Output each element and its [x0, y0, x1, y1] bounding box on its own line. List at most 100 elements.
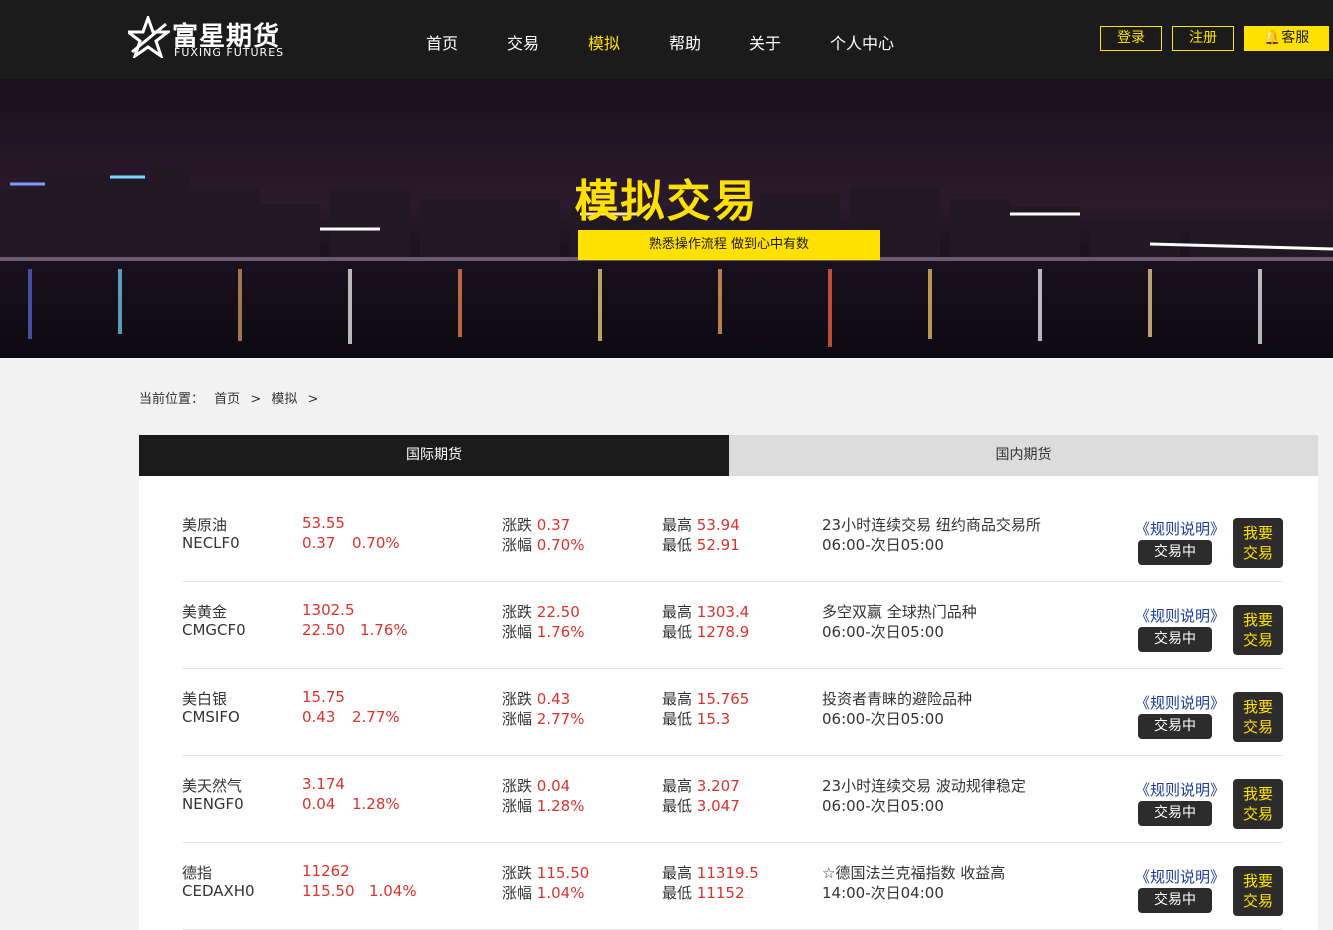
change-value: 115.50 [536, 864, 590, 882]
breadcrumb-label: 当前位置： [139, 392, 205, 407]
change-value: 0.37 [536, 516, 571, 534]
low-value: 11152 [696, 884, 745, 902]
status-badge: 交易中 [1138, 714, 1212, 739]
customer-service-label: 客服 [1281, 30, 1310, 46]
pct-label: 涨幅 [502, 536, 533, 554]
breadcrumb: 当前位置： 首页 > 模拟 > [139, 388, 324, 407]
status-badge: 交易中 [1138, 888, 1212, 913]
trade-button[interactable]: 我要 交易 [1233, 692, 1283, 742]
breadcrumb-home[interactable]: 首页 [214, 392, 240, 407]
table-row: 德指 CEDAXH0 11262 115.50 1.04% 涨跌 115.50 … [182, 842, 1283, 930]
trade-button-line1: 我要 [1242, 698, 1273, 716]
star-logo-icon [128, 16, 170, 58]
hero-banner: 模拟交易 熟悉操作流程 做到心中有数 [0, 79, 1333, 358]
logo[interactable]: 富星期货 FUXING FUTURES [128, 14, 328, 62]
table-row: 美黄金 CMGCF0 1302.5 22.50 1.76% 涨跌 22.50 涨… [182, 581, 1283, 669]
low-label: 最低 [662, 623, 693, 641]
product-description: ☆德国法兰克福指数 收益高 [822, 864, 1006, 882]
banner-subtitle: 熟悉操作流程 做到心中有数 [578, 230, 880, 260]
tab-international-futures[interactable]: 国际期货 [139, 435, 729, 476]
change-label: 涨跌 [502, 516, 533, 534]
nav-personal-center[interactable]: 个人中心 [830, 30, 894, 54]
product-name: 美天然气 [182, 777, 243, 795]
nav-trade[interactable]: 交易 [507, 30, 539, 54]
change-percent: 0.70% [352, 534, 400, 552]
trade-button-line2: 交易 [1242, 544, 1273, 562]
low-label: 最低 [662, 710, 693, 728]
trade-button-line1: 我要 [1242, 872, 1273, 890]
change-percent: 1.04% [369, 882, 417, 900]
rule-link[interactable]: 《规则说明》 [1135, 779, 1225, 800]
high-label: 最高 [662, 690, 693, 708]
breadcrumb-separator: > [307, 392, 319, 407]
login-button[interactable]: 登录 [1100, 26, 1162, 51]
product-description: 投资者青睐的避险品种 [822, 690, 973, 708]
low-value: 1278.9 [696, 623, 750, 641]
high-label: 最高 [662, 864, 693, 882]
pct-value: 1.04% [536, 884, 585, 902]
price: 3.174 [302, 775, 345, 793]
high-value: 53.94 [696, 516, 740, 534]
rule-link[interactable]: 《规则说明》 [1135, 866, 1225, 887]
price: 15.75 [302, 688, 345, 706]
trade-button-line2: 交易 [1242, 718, 1273, 736]
rule-link[interactable]: 《规则说明》 [1135, 605, 1225, 626]
pct-label: 涨幅 [502, 710, 533, 728]
tab-domestic-futures[interactable]: 国内期货 [729, 435, 1318, 476]
change-percent: 2.77% [352, 708, 400, 726]
trade-button-line1: 我要 [1242, 785, 1273, 803]
product-name: 美黄金 [182, 603, 228, 621]
pct-label: 涨幅 [502, 884, 533, 902]
trade-button[interactable]: 我要 交易 [1233, 866, 1283, 916]
table-row: 美天然气 NENGF0 3.174 0.04 1.28% 涨跌 0.04 涨幅 … [182, 755, 1283, 843]
high-label: 最高 [662, 516, 693, 534]
nav-simulation[interactable]: 模拟 [588, 30, 620, 54]
change-percent: 1.76% [360, 621, 408, 639]
product-description: 23小时连续交易 纽约商品交易所 [822, 516, 1041, 534]
pct-label: 涨幅 [502, 623, 533, 641]
low-label: 最低 [662, 797, 693, 815]
futures-list: 美原油 NECLF0 53.55 0.37 0.70% 涨跌 0.37 涨幅 0… [139, 476, 1318, 930]
bell-icon: 🔔 [1263, 30, 1282, 46]
nav-help[interactable]: 帮助 [669, 30, 701, 54]
low-label: 最低 [662, 884, 693, 902]
change-label: 涨跌 [502, 690, 533, 708]
product-code: CMSIFO [182, 708, 240, 726]
trade-button-line2: 交易 [1242, 892, 1273, 910]
trading-hours: 06:00-次日05:00 [822, 536, 944, 554]
trade-button[interactable]: 我要 交易 [1233, 779, 1283, 829]
high-label: 最高 [662, 777, 693, 795]
change: 0.37 [302, 534, 336, 552]
change-value: 0.04 [536, 777, 571, 795]
product-name: 美原油 [182, 516, 228, 534]
trade-button[interactable]: 我要 交易 [1233, 518, 1283, 568]
pct-label: 涨幅 [502, 797, 533, 815]
low-value: 15.3 [696, 710, 731, 728]
price: 1302.5 [302, 601, 355, 619]
high-value: 11319.5 [696, 864, 759, 882]
change-label: 涨跌 [502, 864, 533, 882]
customer-service-button[interactable]: 🔔客服 [1244, 26, 1329, 51]
trading-hours: 06:00-次日05:00 [822, 710, 944, 728]
banner-title: 模拟交易 [574, 176, 759, 227]
trade-button-line1: 我要 [1242, 524, 1273, 542]
product-code: NENGF0 [182, 795, 244, 813]
breadcrumb-simulation[interactable]: 模拟 [271, 392, 297, 407]
change-value: 22.50 [536, 603, 580, 621]
change-value: 0.43 [536, 690, 571, 708]
product-name: 德指 [182, 864, 213, 882]
price: 11262 [302, 862, 350, 880]
trade-button-line2: 交易 [1242, 805, 1273, 823]
register-button[interactable]: 注册 [1172, 26, 1234, 51]
trade-button[interactable]: 我要 交易 [1233, 605, 1283, 655]
pct-value: 2.77% [536, 710, 585, 728]
nav-home[interactable]: 首页 [426, 30, 458, 54]
high-value: 15.765 [696, 690, 750, 708]
rule-link[interactable]: 《规则说明》 [1135, 692, 1225, 713]
table-row: 美原油 NECLF0 53.55 0.37 0.70% 涨跌 0.37 涨幅 0… [182, 494, 1283, 582]
status-badge: 交易中 [1138, 627, 1212, 652]
low-value: 3.047 [696, 797, 740, 815]
rule-link[interactable]: 《规则说明》 [1135, 518, 1225, 539]
breadcrumb-separator: > [250, 392, 262, 407]
nav-about[interactable]: 关于 [749, 30, 781, 54]
